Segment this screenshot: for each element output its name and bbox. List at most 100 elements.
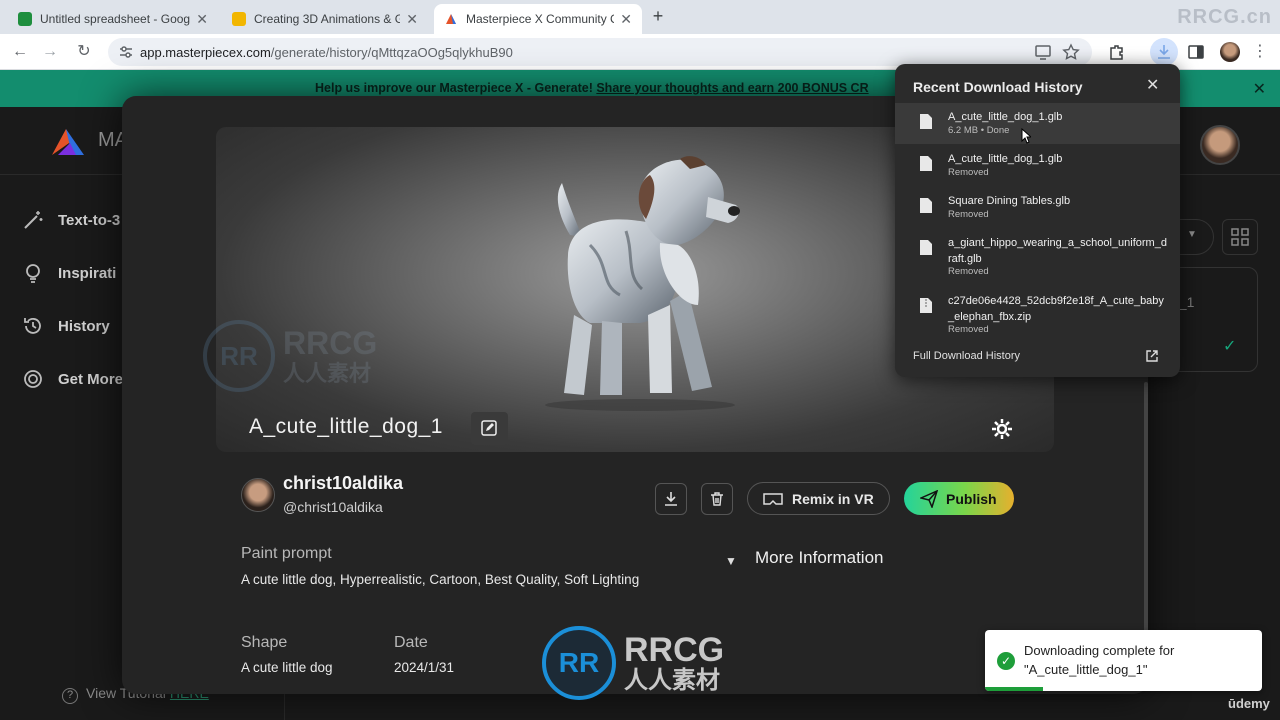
watermark-main: RR RRCG 人人素材 (542, 626, 724, 700)
sidebar-item-history[interactable]: History (22, 313, 110, 339)
download-status: Removed (948, 209, 989, 220)
watermark-brand: RRCG (624, 631, 725, 669)
more-information-toggle[interactable]: More Information (755, 548, 884, 568)
download-status: 6.2 MB • Done (948, 125, 1010, 136)
watermark-brand: RRCG (283, 325, 378, 361)
sidebar-item-get-more[interactable]: Get More (22, 366, 123, 392)
download-item[interactable]: Square Dining Tables.glb Removed (895, 187, 1180, 228)
browser-profile-avatar[interactable] (1220, 42, 1240, 62)
address-bar[interactable]: app.masterpiecex.com/generate/history/qM… (108, 38, 1092, 66)
downloads-button[interactable] (1150, 38, 1178, 66)
success-check-icon: ✓ (997, 652, 1015, 670)
banner-close-icon[interactable]: ✕ (1253, 79, 1266, 99)
back-icon[interactable]: ← (10, 42, 30, 62)
publish-label: Publish (946, 490, 997, 507)
download-item[interactable]: A_cute_little_dog_1.glb 6.2 MB • Done (895, 103, 1180, 144)
download-history-popup: Recent Download History ✕ A_cute_little_… (895, 64, 1180, 377)
download-file-name: A_cute_little_dog_1.glb (948, 153, 1063, 165)
banner-message: Help us improve our Masterpiece X - Gene… (315, 81, 869, 95)
bookmark-star-icon[interactable] (1062, 43, 1080, 61)
tab-title: Untitled spreadsheet - Google (40, 12, 191, 26)
coins-icon (24, 370, 42, 388)
lightbulb-icon (26, 264, 40, 283)
vr-headset-icon (763, 492, 783, 505)
file-icon (920, 198, 932, 213)
download-complete-toast: ✓ Downloading complete for "A_cute_littl… (985, 630, 1262, 691)
close-tab-icon[interactable]: ✕ (620, 11, 632, 28)
full-download-history-link[interactable]: Full Download History (913, 350, 1020, 362)
dog-model-preview[interactable] (530, 155, 750, 413)
download-item[interactable]: A_cute_little_dog_1.glb Removed (895, 145, 1180, 186)
toast-message: Downloading complete for (1024, 643, 1175, 658)
paint-prompt-label: Paint prompt (241, 545, 332, 562)
shape-value: A cute little dog (241, 660, 333, 675)
close-popup-icon[interactable]: ✕ (1146, 75, 1159, 95)
history-icon (24, 318, 41, 334)
remix-label: Remix in VR (792, 490, 874, 507)
trash-icon (711, 492, 723, 506)
site-settings-icon[interactable] (118, 44, 134, 60)
browser-menu-icon[interactable]: ⋮ (1250, 42, 1270, 62)
side-panel-icon[interactable] (1187, 43, 1205, 61)
user-profile-avatar[interactable] (1200, 125, 1240, 165)
install-app-icon[interactable] (1034, 43, 1052, 61)
toast-filename: "A_cute_little_dog_1" (1024, 662, 1148, 677)
sidebar-item-label: Get More (58, 370, 124, 388)
sidebar-item-text-to-3d[interactable]: Text-to-3 (22, 207, 120, 233)
download-status: Removed (948, 266, 989, 277)
corner-watermark: RRCG.cn (1177, 6, 1272, 28)
download-file-name: A_cute_little_dog_1.glb (948, 111, 1063, 123)
remix-in-vr-button[interactable]: Remix in VR (747, 482, 890, 515)
mouse-cursor-icon (1021, 128, 1031, 144)
creator-avatar[interactable] (241, 478, 275, 512)
magic-wand-icon (24, 211, 43, 229)
download-status: Removed (948, 324, 989, 335)
browser-tab-bar: Untitled spreadsheet - Google ✕ Creating… (0, 0, 1280, 34)
shape-label: Shape (241, 634, 288, 651)
watermark-logo: RR (203, 320, 275, 392)
chevron-down-icon[interactable]: ▼ (725, 554, 737, 568)
download-file-name: c27de06e4428_52dcb9f2e18f_A_cute_baby_el… (948, 295, 1164, 323)
file-icon (920, 156, 932, 171)
watermark-faint: RR RRCG 人人素材 (203, 320, 377, 392)
close-tab-icon[interactable]: ✕ (406, 11, 418, 28)
chevron-down-icon: ▼ (1187, 229, 1197, 240)
watermark-chinese: 人人素材 (624, 667, 720, 694)
close-tab-icon[interactable]: ✕ (196, 11, 208, 28)
slides-favicon-icon (232, 12, 246, 26)
help-icon: ? (62, 688, 78, 704)
tab-masterpiece[interactable]: Masterpiece X Community Cr ✕ (434, 4, 642, 34)
banner-link[interactable]: Share your thoughts and earn 200 BONUS C… (596, 81, 868, 95)
watermark-logo: RR (542, 626, 616, 700)
creator-name[interactable]: christ10aldika (283, 473, 403, 494)
edit-title-button[interactable] (471, 412, 508, 445)
sidebar-item-label: History (58, 317, 110, 335)
download-item[interactable]: c27de06e4428_52dcb9f2e18f_A_cute_baby_el… (895, 287, 1180, 343)
download-icon (665, 492, 677, 506)
settings-gear-icon[interactable] (991, 418, 1013, 440)
url-text: app.masterpiecex.com/generate/history/qM… (140, 45, 513, 60)
publish-button[interactable]: Publish (904, 482, 1014, 515)
grid-view-button[interactable] (1222, 219, 1258, 255)
tab-course[interactable]: Creating 3D Animations & Ga ✕ (222, 4, 428, 34)
forward-icon[interactable]: → (40, 42, 60, 62)
download-icon (1158, 45, 1170, 59)
masterpiece-favicon-icon (444, 12, 458, 26)
open-external-icon[interactable] (1145, 349, 1159, 363)
watermark-chinese: 人人素材 (283, 361, 372, 386)
grid-icon (1231, 228, 1249, 246)
reload-icon[interactable]: ↻ (74, 42, 94, 62)
udemy-logo: ūdemy (1228, 696, 1270, 711)
extensions-icon[interactable] (1108, 43, 1126, 61)
sheets-favicon-icon (18, 12, 32, 26)
delete-model-button[interactable] (701, 483, 733, 515)
download-model-button[interactable] (655, 483, 687, 515)
new-tab-button[interactable]: + (648, 6, 668, 27)
pencil-icon (481, 420, 497, 436)
masterpiece-logo-icon[interactable] (48, 125, 88, 159)
sidebar-item-inspiration[interactable]: Inspirati (22, 260, 116, 286)
download-item[interactable]: a_giant_hippo_wearing_a_school_uniform_d… (895, 229, 1180, 285)
tab-spreadsheet[interactable]: Untitled spreadsheet - Google ✕ (8, 4, 218, 34)
sidebar-item-label: Inspirati (58, 264, 117, 282)
download-file-name: a_giant_hippo_wearing_a_school_uniform_d… (948, 237, 1167, 265)
